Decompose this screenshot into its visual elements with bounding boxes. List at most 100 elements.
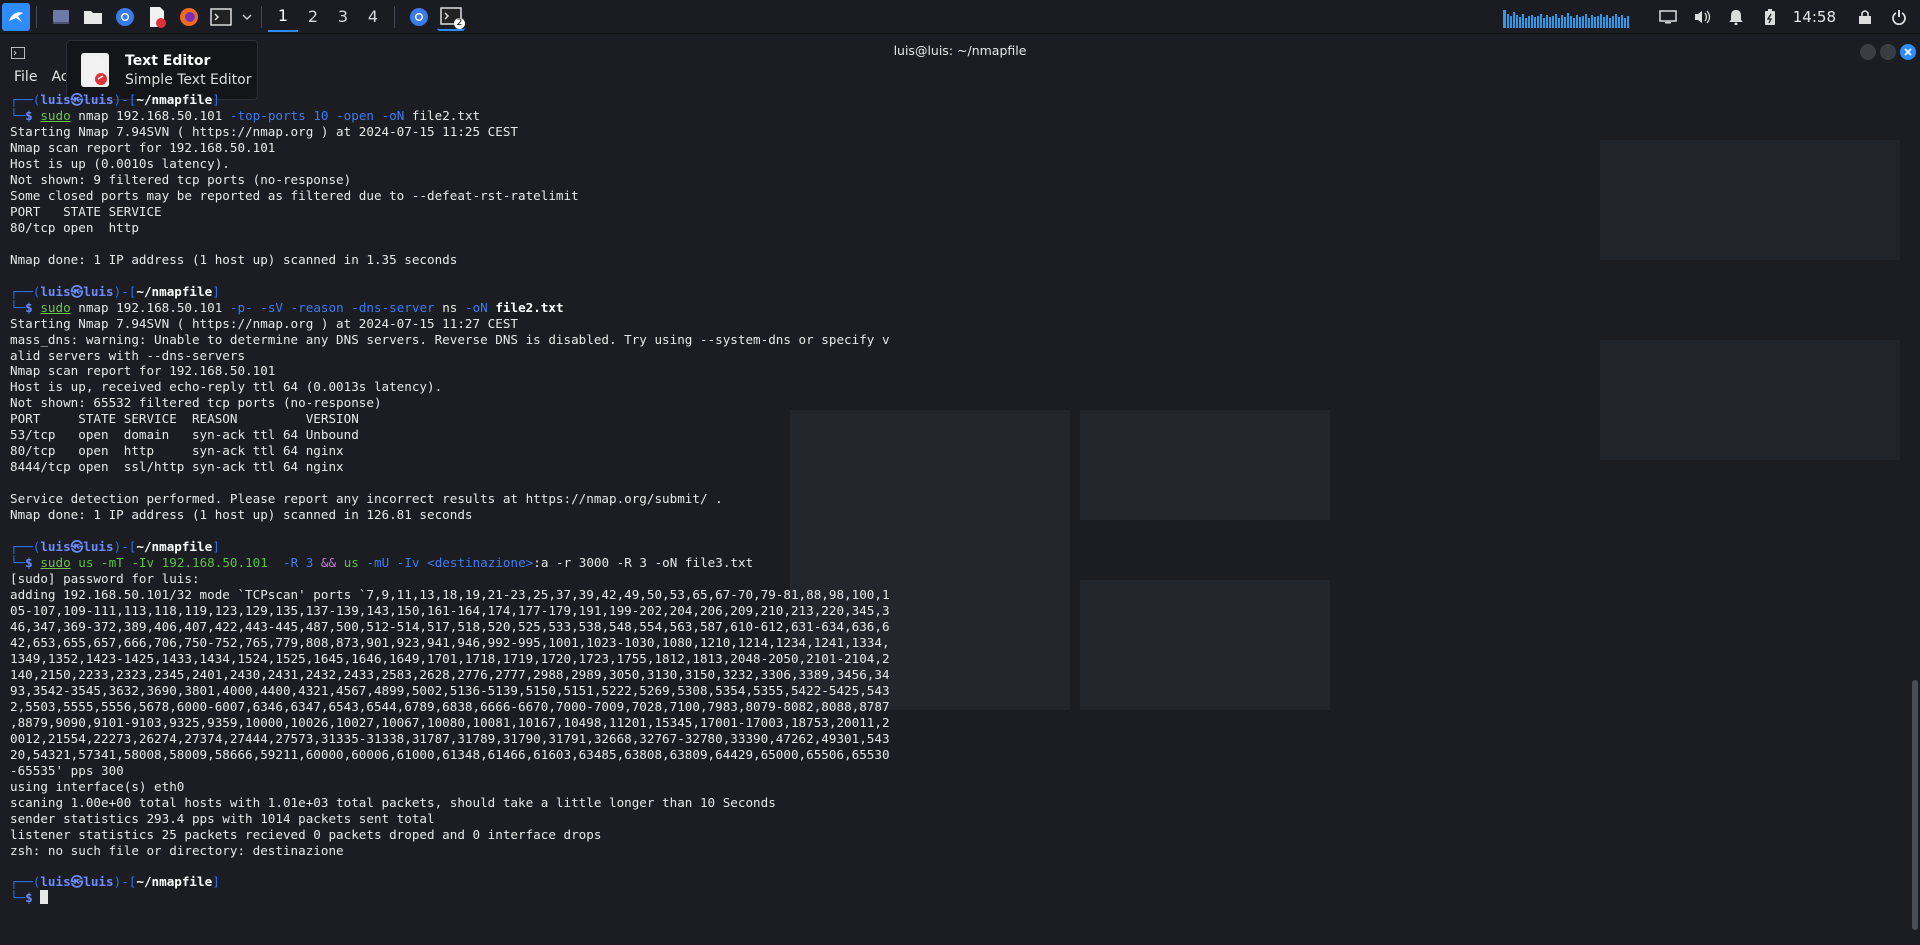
output-text: Starting Nmap 7.94SVN ( https://nmap.org…	[10, 315, 518, 331]
output-line: Service detection performed. Please repo…	[10, 491, 950, 507]
command-text: us -mT -Iv 192.168.50.101	[70, 555, 283, 571]
command-options: -p- -sV -reason -dns-server	[229, 299, 435, 315]
output-text: Some closed ports may be reported as fil…	[10, 187, 579, 203]
output-line: PORT STATE SERVICE	[10, 204, 950, 220]
command-text: us	[343, 555, 359, 571]
output-text: sender statistics 293.4 pps with 1014 pa…	[10, 810, 435, 826]
output-line: Nmap done: 1 IP address (1 host up) scan…	[10, 252, 950, 268]
terminal-output[interactable]: ┌──(luis㉿luis)-[~/nmapfile] └─$ sudo nmap…	[10, 92, 950, 906]
tooltip-subtitle: Simple Text Editor	[125, 72, 252, 88]
menu-file[interactable]: File	[14, 69, 37, 85]
minimize-button[interactable]	[1860, 44, 1876, 60]
chevron-down-icon[interactable]	[239, 3, 255, 31]
prompt-path: ~/nmapfile	[136, 539, 213, 555]
chromium-icon[interactable]	[111, 3, 139, 31]
output-line: 8444/tcp open ssl/http syn-ack ttl 64 ng…	[10, 459, 950, 475]
terminal-icon[interactable]	[207, 3, 235, 31]
cpu-graph	[1496, 6, 1637, 28]
command-text: ns	[434, 299, 465, 315]
output-text: 140,2150,2233,2323,2345,2401,2430,2431,2…	[10, 666, 890, 682]
output-text: Host is up, received echo-reply ttl 64 (…	[10, 379, 443, 395]
volume-icon[interactable]	[1691, 6, 1713, 28]
workspace-4[interactable]: 4	[358, 2, 388, 32]
lock-icon[interactable]	[1854, 6, 1876, 28]
workspace-2[interactable]: 2	[298, 2, 328, 32]
output-text: zsh: no such file or directory: destinaz…	[10, 842, 344, 858]
output-text: Nmap scan report for 192.168.50.101	[10, 363, 276, 379]
prompt-decoration: ┌──(	[10, 92, 41, 107]
workspace-1[interactable]: 1	[268, 2, 298, 32]
output-line: 42,653,655,657,666,706,750-752,765,779,8…	[10, 635, 950, 651]
power-icon[interactable]	[1888, 6, 1910, 28]
prompt-decoration: ]	[212, 92, 220, 107]
text-editor-icon[interactable]	[143, 3, 171, 31]
output-text: Service detection performed. Please repo…	[10, 491, 723, 507]
scrollbar[interactable]	[1912, 680, 1918, 930]
system-tray: 14:58	[1496, 0, 1920, 34]
prompt-decoration: └─	[10, 555, 26, 571]
prompt-user: luis㉿luis	[40, 874, 114, 890]
output-line: Starting Nmap 7.94SVN ( https://nmap.org…	[10, 124, 950, 140]
kali-menu-icon[interactable]	[2, 2, 30, 31]
output-line: 20,54321,57341,58008,58009,58666,59211,6…	[10, 747, 950, 763]
output-text: 0012,21554,22273,26274,27374,27444,27573…	[10, 730, 890, 746]
command-file: file2.txt	[404, 107, 481, 123]
output-text: adding 192.168.50.101/32 mode `TCPscan' …	[10, 587, 890, 603]
workspace-3[interactable]: 3	[328, 2, 358, 32]
prompt-decoration: ]	[212, 874, 220, 890]
close-button[interactable]	[1900, 44, 1916, 60]
prompt-decoration: )-[	[113, 539, 137, 555]
command-text: :a -r 3000 -R 3 -oN file3.txt	[533, 555, 754, 571]
output-text: 1349,1352,1423-1425,1433,1434,1524,1525,…	[10, 650, 890, 666]
battery-icon[interactable]	[1759, 6, 1781, 28]
desktop-icon[interactable]	[47, 3, 75, 31]
maximize-button[interactable]	[1880, 44, 1896, 60]
output-text: Host is up (0.0010s latency).	[10, 155, 230, 171]
prompt-decoration: )-[	[113, 874, 137, 890]
command-options: -mU -Iv	[358, 555, 428, 571]
output-line: Host is up, received echo-reply ttl 64 (…	[10, 379, 950, 395]
command-line: └─$	[10, 890, 950, 906]
output-line: 80/tcp open http syn-ack ttl 64 nginx	[10, 443, 950, 459]
clock[interactable]: 14:58	[1793, 8, 1836, 26]
taskbar-separator	[36, 5, 37, 28]
output-line: -65535' pps 300	[10, 763, 950, 779]
output-line: 05-107,109-111,113,118,119,123,129,135,1…	[10, 603, 950, 619]
prompt-decoration: ┌──(	[10, 874, 41, 890]
prompt-header: ┌──(luis㉿luis)-[~/nmapfile]	[10, 539, 950, 555]
prompt-decoration: ]	[212, 283, 220, 299]
prompt-header: ┌──(luis㉿luis)-[~/nmapfile]	[10, 92, 950, 108]
output-line: Not shown: 9 filtered tcp ports (no-resp…	[10, 172, 950, 188]
window-title: luis@luis: ~/nmapfile	[893, 43, 1027, 58]
output-text: listener statistics 25 packets recieved …	[10, 826, 602, 842]
output-text: 53/tcp open domain syn-ack ttl 64 Unboun…	[10, 427, 359, 443]
file-manager-icon[interactable]	[79, 3, 107, 31]
notification-bell-icon[interactable]	[1725, 6, 1747, 28]
output-text: 80/tcp open http syn-ack ttl 64 nginx	[10, 443, 344, 459]
prompt-decoration: ]	[212, 539, 220, 555]
output-line: using interface(s) eth0	[10, 779, 950, 795]
command-options: -R 3	[283, 555, 314, 571]
output-line: 53/tcp open domain syn-ack ttl 64 Unboun…	[10, 427, 950, 443]
output-line: [sudo] password for luis:	[10, 571, 950, 587]
window-titlebar[interactable]: luis@luis: ~/nmapfile	[0, 38, 1920, 64]
display-icon[interactable]	[1657, 6, 1679, 28]
prompt-decoration: └─	[10, 890, 26, 906]
command-operator: &&	[313, 555, 344, 571]
command-text: nmap 192.168.50.101	[70, 107, 230, 123]
output-line: 140,2150,2233,2323,2345,2401,2430,2431,2…	[10, 667, 950, 683]
firefox-icon[interactable]	[175, 3, 203, 31]
chromium-window-icon[interactable]	[405, 3, 433, 31]
terminal-window-icon[interactable]: 2	[437, 3, 465, 31]
text-editor-icon	[81, 53, 109, 87]
ghost-panel	[1080, 580, 1330, 710]
taskbar-separator	[394, 5, 395, 28]
prompt-path: ~/nmapfile	[136, 283, 213, 299]
command-options: -top-ports 10 -open -oN	[229, 107, 405, 123]
command-argument: <destinazione>	[427, 555, 534, 571]
command-sudo: sudo	[40, 555, 71, 571]
output-line: Not shown: 65532 filtered tcp ports (no-…	[10, 395, 950, 411]
taskbar-separator	[261, 5, 262, 28]
